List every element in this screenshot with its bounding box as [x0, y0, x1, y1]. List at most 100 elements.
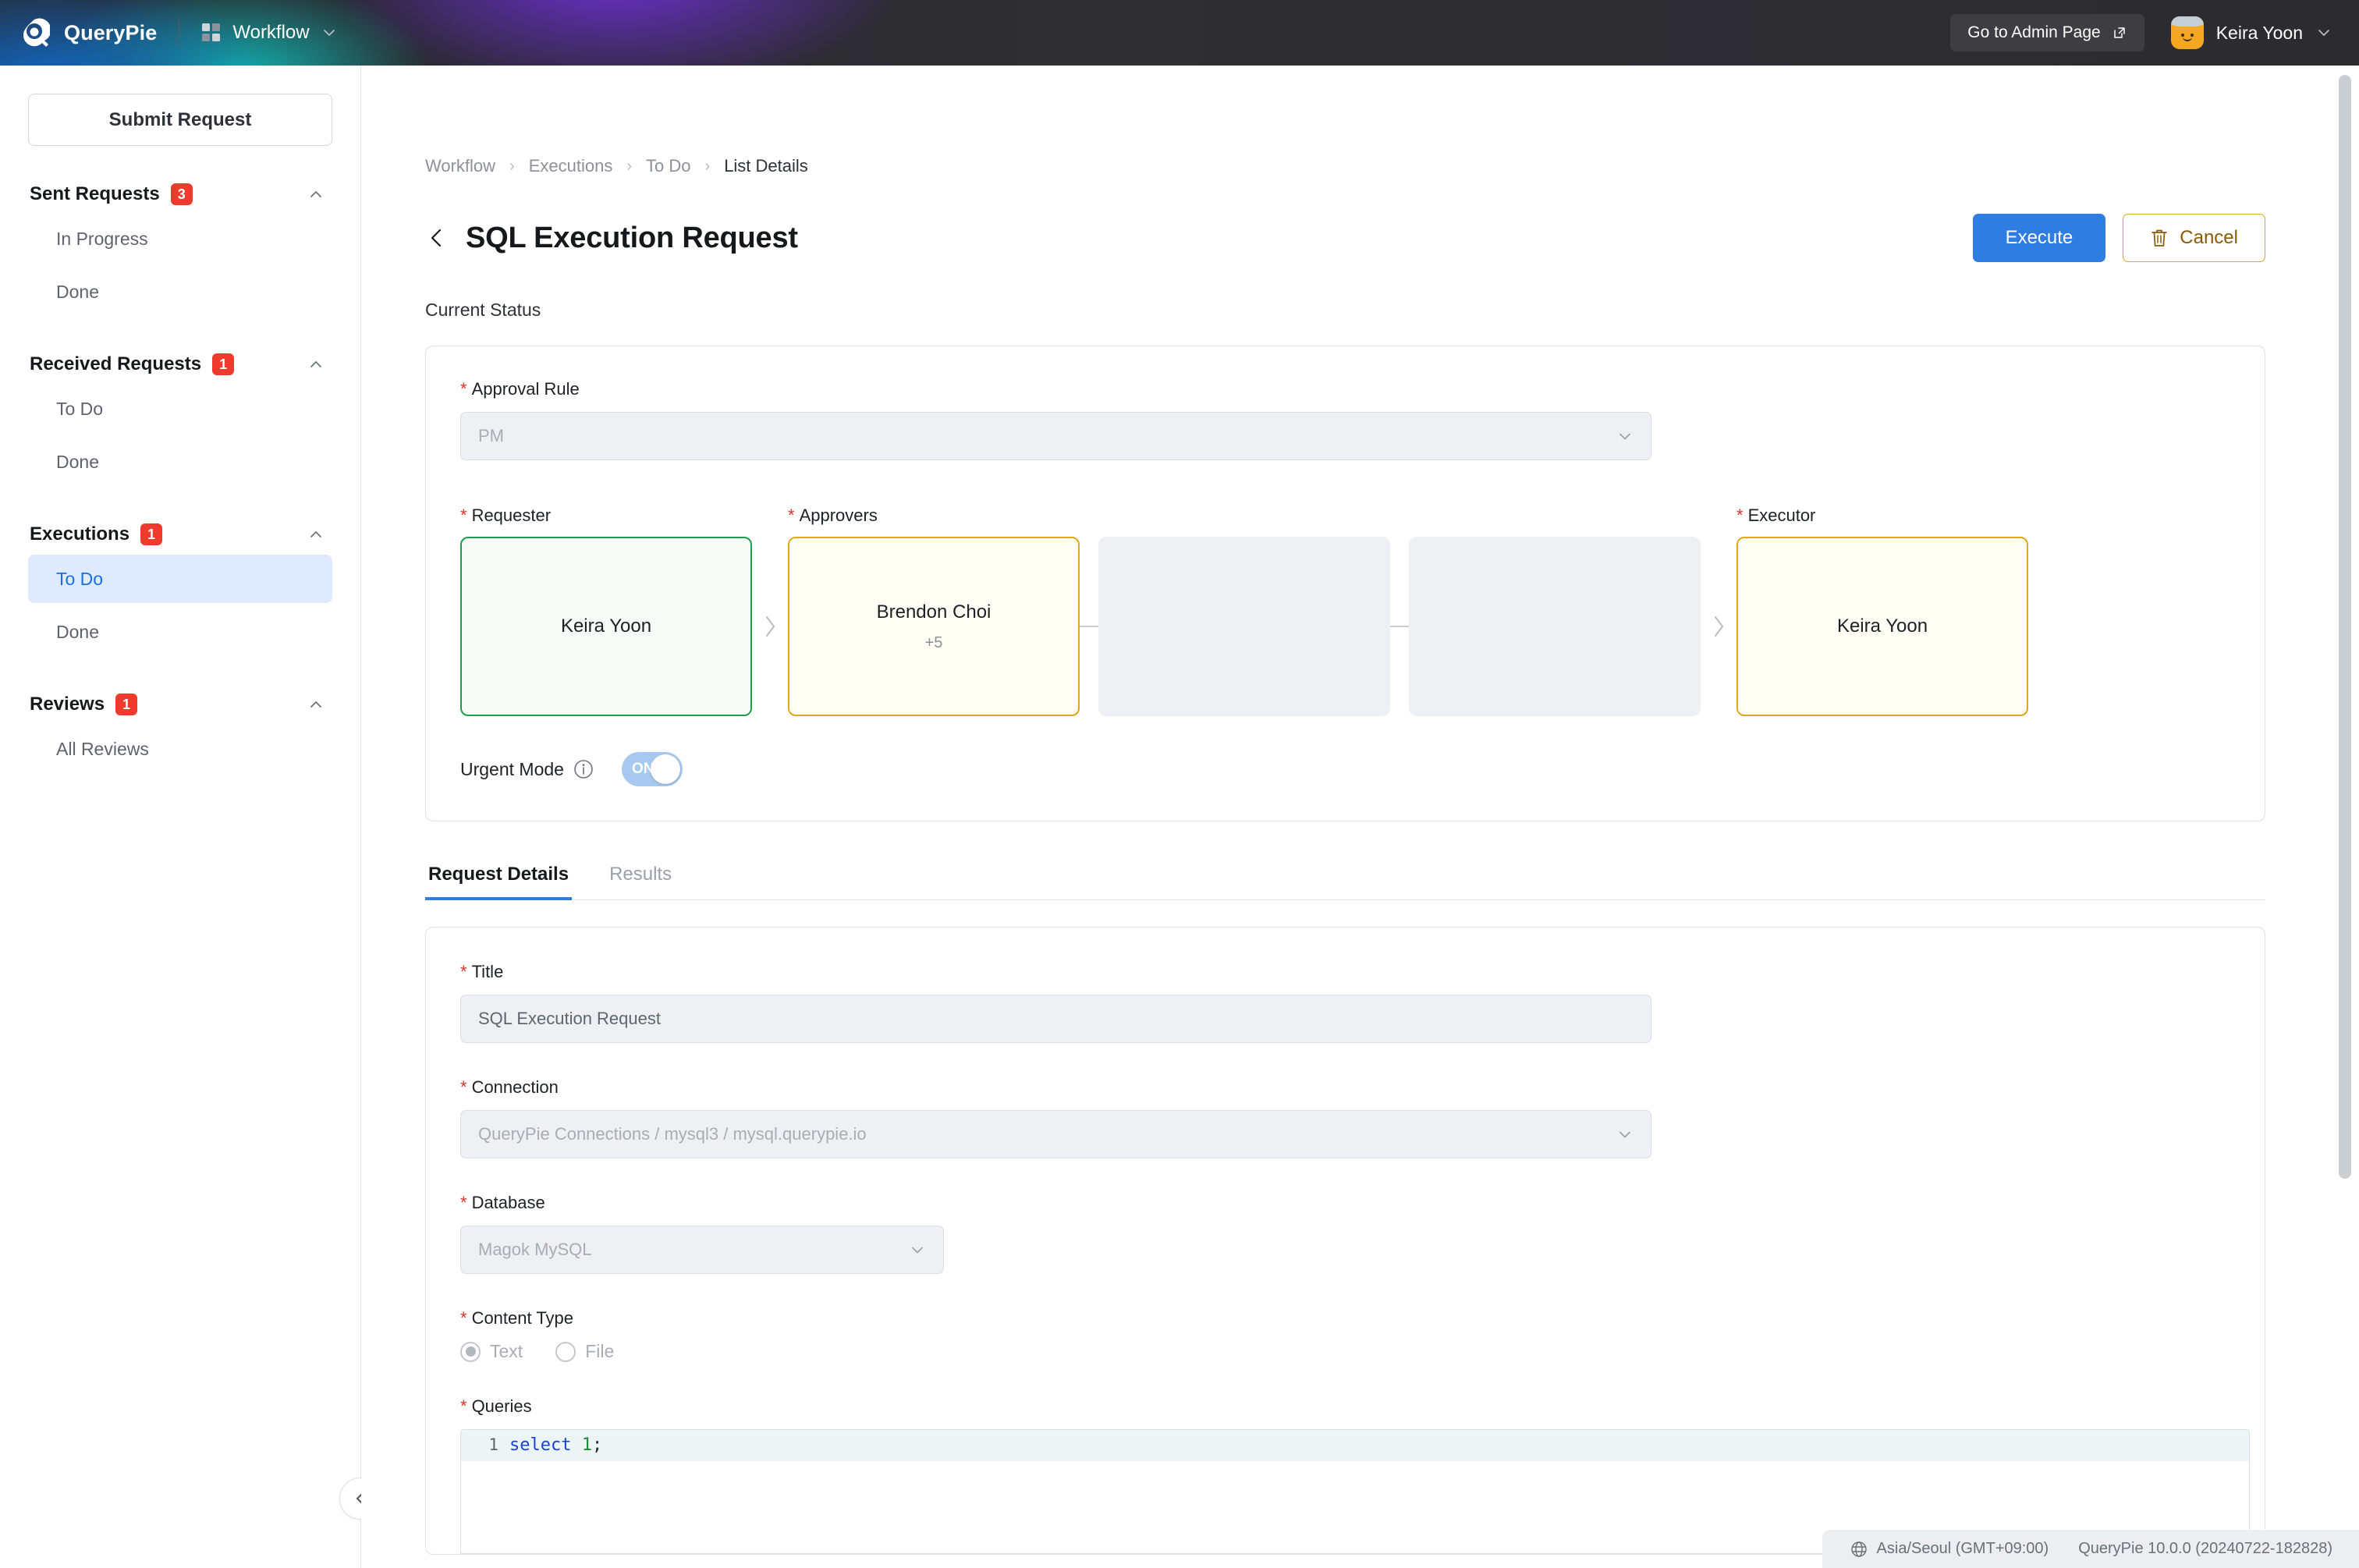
connection-select[interactable]: QueryPie Connections / mysql3 / mysql.qu…: [460, 1110, 1651, 1158]
nav-group-sent-requests: Sent Requests 3 In Progress Done: [28, 179, 332, 316]
approval-flow: * Requester Keira Yoon: [460, 506, 2230, 716]
approver-card[interactable]: Brendon Choi +5: [788, 537, 1080, 716]
sidebar-item-executions-done[interactable]: Done: [28, 608, 332, 656]
required-asterisk: *: [1736, 506, 1744, 526]
line-number: 1: [461, 1430, 509, 1454]
detail-tabs: Request Details Results: [425, 864, 2265, 900]
content-type-radio-text[interactable]: Text: [460, 1341, 523, 1362]
sidebar-item-sent-done[interactable]: Done: [28, 268, 332, 316]
sidebar-item-received-done[interactable]: Done: [28, 438, 332, 486]
main-inner: Workflow › Executions › To Do › List Det…: [361, 66, 2359, 1555]
go-to-admin-page-button[interactable]: Go to Admin Page: [1950, 14, 2144, 51]
back-chevron-icon[interactable]: [425, 226, 449, 250]
content-type-radio-file[interactable]: File: [555, 1341, 614, 1362]
nav-group-badge: 3: [171, 183, 193, 205]
flow-col-executor: * Executor Keira Yoon: [1736, 506, 2028, 716]
required-asterisk: *: [460, 506, 467, 526]
breadcrumb-separator: ›: [509, 158, 515, 176]
sql-punctuation: ;: [592, 1435, 602, 1455]
chevron-right-icon: [761, 613, 779, 640]
sidebar-item-all-reviews[interactable]: All Reviews: [28, 725, 332, 773]
globe-icon: [1850, 1541, 1868, 1558]
content-type-label-text: Content Type: [472, 1308, 573, 1329]
nav-group-title: Executions: [30, 523, 129, 545]
flow-arrow-1: [752, 537, 788, 716]
page-actions: Execute Cancel: [1973, 214, 2265, 262]
breadcrumb-item-list-details: List Details: [724, 156, 808, 176]
breadcrumb-item-executions[interactable]: Executions: [529, 156, 613, 176]
chevron-up-icon: [307, 696, 325, 713]
required-asterisk: *: [460, 962, 467, 982]
queries-label: * Queries: [460, 1396, 2230, 1417]
request-details-card: * Title SQL Execution Request * Connecti…: [425, 927, 2265, 1555]
user-menu[interactable]: Keira Yoon: [2171, 16, 2332, 49]
status-footer: Asia/Seoul (GMT+09:00) QueryPie 10.0.0 (…: [1822, 1530, 2359, 1568]
admin-button-label: Go to Admin Page: [1967, 23, 2100, 42]
chevron-right-icon: [1710, 613, 1727, 640]
version-text: QueryPie 10.0.0 (20240722-182828): [2078, 1540, 2332, 1558]
title-input[interactable]: SQL Execution Request: [460, 995, 1651, 1043]
approval-rule-value: PM: [478, 426, 504, 446]
database-select[interactable]: Magok MySQL: [460, 1226, 944, 1274]
execute-button[interactable]: Execute: [1973, 214, 2106, 262]
sidebar: Submit Request Sent Requests 3 In Progre…: [0, 66, 361, 1568]
approval-rule-select[interactable]: PM: [460, 412, 1651, 460]
info-icon[interactable]: [573, 759, 594, 779]
approver-more-count: +5: [925, 634, 943, 652]
sidebar-item-executions-todo[interactable]: To Do: [28, 555, 332, 603]
module-switcher[interactable]: Workflow: [201, 22, 337, 44]
breadcrumb-item-workflow[interactable]: Workflow: [425, 156, 495, 176]
current-status-card: * Approval Rule PM * Requester: [425, 346, 2265, 821]
nav-group-header-received-requests[interactable]: Received Requests 1: [28, 349, 332, 380]
chevron-down-icon: [1616, 427, 1634, 445]
chevron-down-icon: [1616, 1126, 1634, 1143]
brand-name: QueryPie: [64, 21, 157, 45]
main-content: Workflow › Executions › To Do › List Det…: [361, 66, 2359, 1568]
tab-request-details[interactable]: Request Details: [425, 864, 572, 899]
content-type-text-label: Text: [490, 1341, 523, 1362]
avatar-mouth: [2183, 37, 2192, 41]
connection-label: * Connection: [460, 1077, 2230, 1098]
body-wrap: Submit Request Sent Requests 3 In Progre…: [0, 66, 2359, 1568]
executor-name: Keira Yoon: [1837, 615, 1928, 637]
external-link-icon: [2112, 25, 2127, 41]
breadcrumb: Workflow › Executions › To Do › List Det…: [425, 156, 2265, 176]
nav-group-header-reviews[interactable]: Reviews 1: [28, 689, 332, 720]
nav-group-header-executions[interactable]: Executions 1: [28, 519, 332, 550]
version-indicator: QueryPie 10.0.0 (20240722-182828): [2078, 1540, 2332, 1558]
content-type-label: * Content Type: [460, 1308, 2230, 1329]
nav-group-title: Reviews: [30, 694, 105, 715]
page-title: SQL Execution Request: [466, 222, 798, 255]
sidebar-item-received-todo[interactable]: To Do: [28, 385, 332, 433]
required-asterisk: *: [460, 1077, 467, 1098]
cancel-button[interactable]: Cancel: [2123, 214, 2265, 262]
grid-icon: [201, 23, 222, 43]
main-scrollbar[interactable]: [2339, 75, 2351, 1179]
submit-request-button[interactable]: Submit Request: [28, 94, 332, 146]
flow-col-requester: * Requester Keira Yoon: [460, 506, 752, 716]
brand[interactable]: QueryPie: [19, 17, 157, 48]
requester-card[interactable]: Keira Yoon: [460, 537, 752, 716]
trash-icon: [2150, 228, 2169, 248]
current-status-label: Current Status: [425, 300, 2265, 321]
code-line: 1 select 1;: [461, 1430, 2249, 1461]
app-root: QueryPie Workflow Go to Admin Page: [0, 0, 2359, 1568]
content-type-radio-group: Text File: [460, 1341, 2230, 1362]
nav-group-title: Received Requests: [30, 353, 201, 375]
executor-card[interactable]: Keira Yoon: [1736, 537, 2028, 716]
flow-connector-1: [1080, 537, 1098, 716]
nav-group-badge: 1: [115, 694, 137, 715]
avatar: [2171, 16, 2204, 49]
approvers-label-text: Approvers: [800, 506, 878, 526]
tab-results[interactable]: Results: [606, 864, 675, 899]
nav-group-badge: 1: [140, 523, 162, 545]
breadcrumb-item-todo[interactable]: To Do: [646, 156, 690, 176]
sidebar-item-sent-in-progress[interactable]: In Progress: [28, 215, 332, 263]
connection-value: QueryPie Connections / mysql3 / mysql.qu…: [478, 1124, 867, 1144]
breadcrumb-separator: ›: [705, 158, 711, 176]
requester-label-text: Requester: [472, 506, 552, 526]
flow-col-empty-2: [1409, 537, 1701, 716]
urgent-mode-toggle[interactable]: ON: [622, 752, 683, 786]
nav-group-header-sent-requests[interactable]: Sent Requests 3: [28, 179, 332, 210]
queries-label-text: Queries: [472, 1396, 532, 1417]
